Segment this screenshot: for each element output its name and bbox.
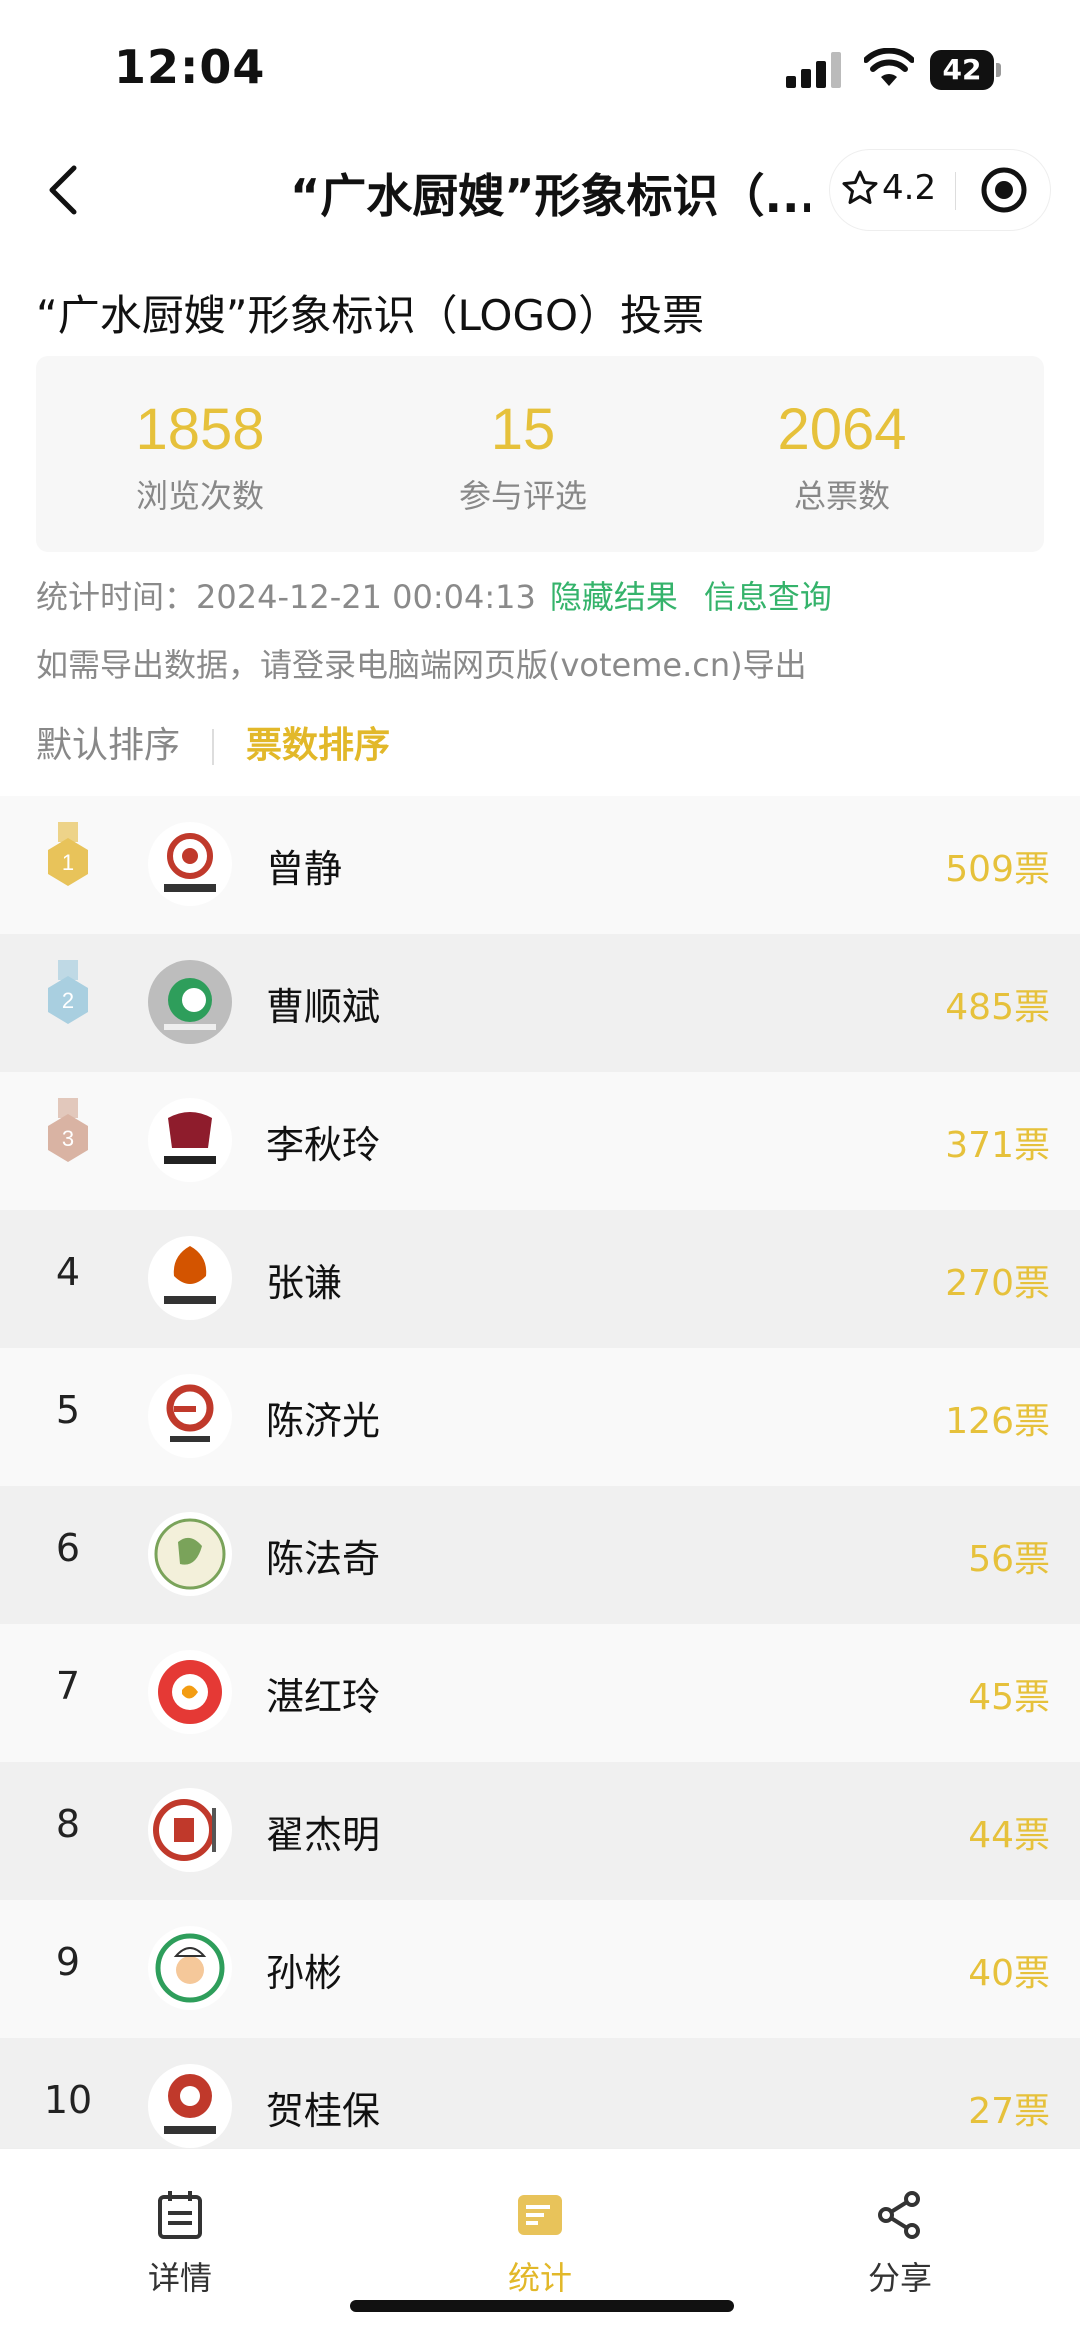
stat-value: 1858: [135, 397, 265, 462]
entry-votes: 126票: [945, 1401, 1050, 1442]
calendar-icon: [158, 2191, 202, 2239]
bronze-medal-icon: 3: [48, 1098, 88, 1162]
stat-value: 15: [490, 397, 556, 462]
list-item[interactable]: 8 翟杰明 44票: [0, 1762, 1080, 1900]
star-icon[interactable]: [840, 168, 880, 208]
sort-switch: 默认排序 票数排序: [36, 716, 390, 766]
nav-bar: “广水厨嫂”形象标识（... 4.2: [0, 140, 1080, 240]
list-item[interactable]: 7 湛红玲 45票: [0, 1624, 1080, 1762]
entry-logo: [148, 1926, 232, 2010]
back-icon[interactable]: [40, 162, 90, 218]
entry-name: 曾静: [266, 847, 343, 891]
entry-votes: 40票: [968, 1953, 1050, 1994]
stat-label: 参与评选: [458, 477, 587, 515]
list-item[interactable]: 4 张谦 270票: [0, 1210, 1080, 1348]
entry-votes: 270票: [945, 1263, 1050, 1304]
entry-logo: [148, 1236, 232, 1320]
ranking-list: 1 曾静 509票 2 曹顺斌 485票 3 李秋玲 371票 4 张谦 270…: [0, 796, 1080, 2176]
svg-text:1: 1: [62, 850, 74, 875]
entry-rank: 8: [55, 1802, 81, 1846]
stat-value: 2064: [777, 397, 907, 462]
sort-default-tab[interactable]: 默认排序: [36, 725, 180, 766]
list-item[interactable]: 6 陈法奇 56票: [0, 1486, 1080, 1624]
entry-rank: 7: [55, 1664, 81, 1708]
entry-name: 陈法奇: [266, 1537, 381, 1581]
hide-results-link[interactable]: 隐藏结果: [550, 578, 678, 616]
stat-total-votes: 2064 总票数: [692, 396, 992, 517]
list-item[interactable]: 2 曹顺斌 485票: [0, 934, 1080, 1072]
entry-logo: [148, 960, 232, 1044]
signal-icon: [786, 52, 842, 88]
stat-time-line: 统计时间：2024-12-21 00:04:13 隐藏结果 信息查询: [36, 572, 832, 618]
export-note: 如需导出数据，请登录电脑端网页版(voteme.cn)导出: [36, 646, 807, 684]
stat-time: 统计时间：2024-12-21 00:04:13: [36, 578, 536, 616]
entry-votes: 371票: [945, 1125, 1050, 1166]
entry-votes: 45票: [968, 1677, 1050, 1718]
entry-rank: 4: [55, 1250, 81, 1294]
entry-logo: [148, 2064, 232, 2148]
entry-name: 翟杰明: [266, 1813, 381, 1857]
share-icon: [878, 2191, 920, 2239]
stats-icon: [518, 2195, 562, 2235]
status-time: 12:04: [114, 40, 266, 94]
entry-votes: 485票: [945, 987, 1050, 1028]
status-bar: 12:04 42: [0, 0, 1080, 130]
stats-panel: 1858 浏览次数 15 参与评选 2064 总票数: [36, 356, 1044, 552]
tab-details[interactable]: 详情: [100, 2189, 260, 2299]
tab-label: 统计: [507, 2259, 572, 2297]
rating-value: 4.2: [882, 168, 937, 208]
entry-name: 陈济光: [266, 1399, 381, 1443]
entry-votes: 44票: [968, 1815, 1050, 1856]
tab-label: 详情: [147, 2259, 212, 2297]
entry-logo: [148, 1788, 232, 1872]
entry-votes: 56票: [968, 1539, 1050, 1580]
entry-logo: [148, 822, 232, 906]
gold-medal-icon: 1: [48, 822, 88, 886]
list-item[interactable]: 1 曾静 509票: [0, 796, 1080, 934]
tab-share[interactable]: 分享: [820, 2189, 980, 2299]
svg-text:3: 3: [62, 1126, 74, 1151]
entry-rank: 10: [43, 2078, 93, 2122]
tab-stats[interactable]: 统计: [460, 2189, 620, 2299]
entry-name: 曹顺斌: [266, 985, 381, 1029]
tab-label: 分享: [867, 2259, 932, 2297]
stat-participants: 15 参与评选: [373, 396, 673, 517]
entry-name: 张谦: [266, 1261, 343, 1305]
list-item[interactable]: 9 孙彬 40票: [0, 1900, 1080, 2038]
entry-name: 湛红玲: [266, 1675, 381, 1719]
wifi-icon: [863, 47, 915, 88]
entry-votes: 27票: [968, 2091, 1050, 2132]
page-title: “广水厨嫂”形象标识（LOGO）投票: [36, 291, 705, 340]
battery-level: 42: [930, 50, 994, 90]
entry-logo: [148, 1098, 232, 1182]
info-query-link[interactable]: 信息查询: [704, 578, 832, 616]
stat-label: 浏览次数: [135, 477, 264, 515]
list-item[interactable]: 5 陈济光 126票: [0, 1348, 1080, 1486]
stat-label: 总票数: [793, 477, 890, 515]
entry-votes: 509票: [945, 849, 1050, 890]
home-indicator: [350, 2300, 734, 2312]
battery-icon: 42: [930, 50, 1002, 90]
nav-title: “广水厨嫂”形象标识（...: [290, 169, 810, 223]
entry-logo: [148, 1374, 232, 1458]
sort-by-votes-tab[interactable]: 票数排序: [246, 725, 390, 766]
close-target-icon[interactable]: [978, 164, 1030, 216]
entry-name: 李秋玲: [266, 1123, 381, 1167]
entry-name: 孙彬: [266, 1951, 343, 1995]
entry-rank: 5: [55, 1388, 81, 1432]
svg-text:2: 2: [62, 988, 74, 1013]
entry-logo: [148, 1650, 232, 1734]
entry-logo: [148, 1512, 232, 1596]
mini-program-capsule: 4.2: [830, 150, 1050, 230]
silver-medal-icon: 2: [48, 960, 88, 1024]
entry-name: 贺桂保: [266, 2089, 381, 2133]
entry-rank: 6: [55, 1526, 81, 1570]
entry-rank: 9: [55, 1940, 81, 1984]
stat-views: 1858 浏览次数: [50, 396, 350, 517]
list-item[interactable]: 3 李秋玲 371票: [0, 1072, 1080, 1210]
